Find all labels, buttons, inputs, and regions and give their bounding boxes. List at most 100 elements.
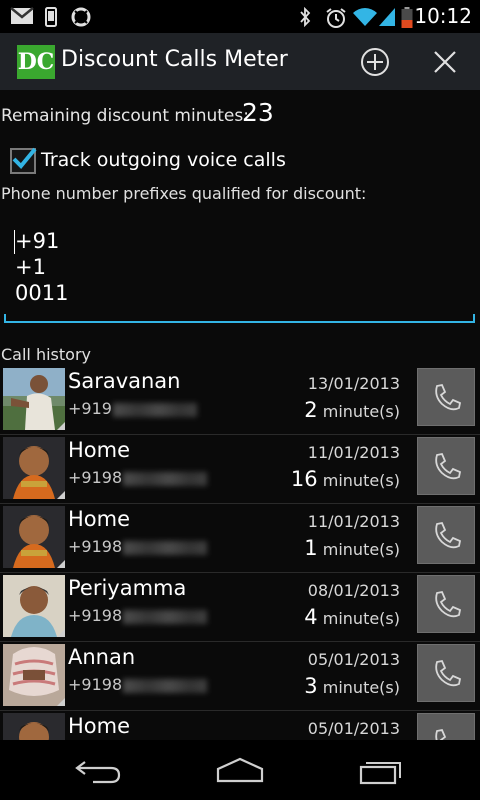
call-minutes: 2 minute(s) [304,398,400,422]
call-date: 05/01/2013 [307,719,400,738]
prefix-value: 0011 [15,281,69,305]
app-title: Discount Calls Meter [61,47,288,72]
call-history-label: Call history [1,345,91,364]
text-cursor [14,230,15,254]
contact-number: +9198 [68,537,208,556]
close-icon [434,51,456,73]
call-date: 08/01/2013 [307,581,400,600]
call-button[interactable] [417,368,475,426]
gmail-icon [10,7,34,24]
call-minutes: 16 minute(s) [291,467,400,491]
contact-name: Annan [68,645,136,669]
call-minutes: 4 minute(s) [304,605,400,629]
minutes-unit: minute(s) [322,471,400,490]
app-logo: DC [17,45,55,79]
number-prefix: +9198 [68,675,123,694]
track-calls-checkbox[interactable] [10,147,37,174]
contact-number: +9198 [68,675,208,694]
minutes-value: 16 [290,467,318,491]
call-history-row[interactable]: Saravanan +919 13/01/2013 2 minute(s) [0,366,480,435]
prefixes-input-underline [4,321,475,323]
call-minutes: 3 minute(s) [304,674,400,698]
number-prefix: +9198 [68,468,123,487]
wifi-icon [353,8,377,26]
blurred-digits [123,540,208,555]
alarm-icon [326,8,346,28]
signal-icon [379,8,395,26]
phone-handset-icon [435,521,462,549]
prefixes-input[interactable]: +91 +1 0011 [7,228,475,324]
blurred-digits [123,609,208,624]
phone-handset-icon [435,452,462,480]
prefix-value: +91 [15,229,60,253]
contact-photo [3,368,65,430]
status-bar: 10:12 [0,0,480,33]
contact-photo [3,713,65,740]
blurred-digits [123,471,208,486]
clock: 10:12 [414,4,472,28]
call-history-row[interactable]: Home +9198 11/01/2013 16 minute(s) [0,435,480,504]
number-prefix: +9198 [68,537,123,556]
call-date: 11/01/2013 [307,443,400,462]
bluetooth-icon [300,7,311,27]
main-content: Remaining discount minutes: 23 Track out… [0,90,480,740]
minutes-value: 4 [304,605,318,629]
phone-icon [45,7,57,27]
minutes-value: 1 [304,536,318,560]
minutes-unit: minute(s) [322,540,400,559]
call-date: 05/01/2013 [307,650,400,669]
minutes-value: 2 [304,398,318,422]
contact-number: +9198 [68,606,208,625]
minutes-unit: minute(s) [322,402,400,421]
blurred-digits [123,678,208,693]
back-button[interactable] [65,750,135,790]
call-button[interactable] [417,644,475,702]
home-button[interactable] [205,750,275,790]
contact-number: +919 [68,399,197,418]
back-icon [75,761,121,784]
call-button[interactable] [417,506,475,564]
minutes-value: 3 [304,674,318,698]
call-button[interactable] [417,437,475,495]
contact-photo [3,437,65,499]
action-bar: DC Discount Calls Meter [0,33,480,123]
add-circle-icon [361,48,389,76]
phone-handset-icon [435,659,462,687]
battery-icon [401,7,413,28]
contact-photo [3,575,65,637]
call-button[interactable] [417,713,475,740]
recent-apps-icon [359,762,401,785]
contact-number: +9198 [68,468,208,487]
call-button[interactable] [417,575,475,633]
home-icon [216,757,264,783]
blurred-digits [112,402,197,417]
call-history-row[interactable]: Home +9198 11/01/2013 1 minute(s) [0,504,480,573]
call-date: 11/01/2013 [307,512,400,531]
remaining-minutes-value: 23 [242,98,274,127]
contact-name: Periyamma [68,576,187,600]
call-history-row[interactable]: Annan +9198 05/01/2013 3 minute(s) [0,642,480,711]
contact-name: Home [68,507,131,531]
close-button[interactable] [425,43,465,81]
call-history-list: Saravanan +919 13/01/2013 2 minute(s) Ho… [0,366,480,740]
checkmark-icon [12,147,37,169]
phone-handset-icon [435,590,462,618]
contact-photo [3,506,65,568]
add-button[interactable] [355,43,395,81]
navigation-bar [0,740,480,800]
call-date: 13/01/2013 [307,374,400,393]
contact-name: Saravanan [68,369,181,393]
recent-apps-button[interactable] [345,750,415,790]
minutes-unit: minute(s) [322,609,400,628]
phone-handset-icon [435,383,462,411]
lifebuoy-icon [71,7,91,27]
number-prefix: +9198 [68,606,123,625]
phone-handset-icon [435,728,447,740]
contact-name: Home [68,714,131,738]
number-prefix: +919 [68,399,112,418]
underline-tick [4,314,6,323]
call-history-row[interactable]: Home 05/01/2013 [0,711,480,740]
track-calls-label[interactable]: Track outgoing voice calls [41,149,286,171]
call-history-row[interactable]: Periyamma +9198 08/01/2013 4 minute(s) [0,573,480,642]
prefix-value: +1 [15,255,46,279]
